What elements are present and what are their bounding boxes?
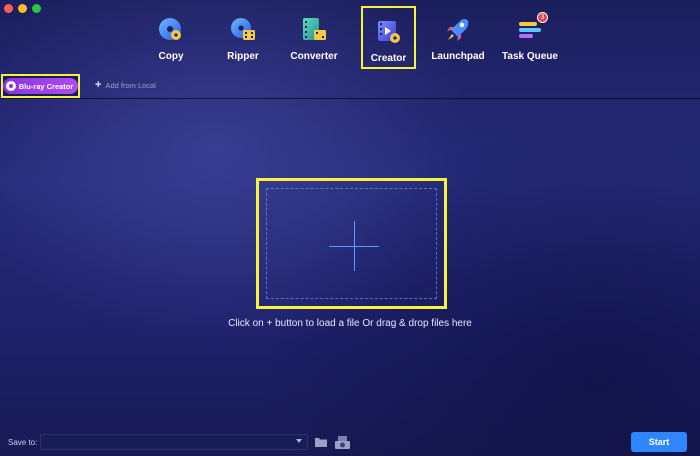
nav-label: Copy [158, 51, 184, 62]
app-window: Copy Ripper Converter Creator Launchpad … [0, 0, 700, 456]
add-from-local-label: Add from Local [105, 80, 156, 90]
nav-label: Task Queue [502, 51, 558, 62]
drop-zone-highlight [256, 178, 447, 309]
plus-icon: + [95, 79, 102, 91]
blu-ray-creator-mode-button[interactable]: Blu-ray Creator [1, 74, 80, 98]
save-to-label: Save to: [8, 438, 38, 447]
nav-label: Ripper [227, 51, 259, 62]
folder-icon[interactable] [315, 437, 327, 447]
ripper-disc-icon [231, 18, 255, 40]
copy-disc-icon [159, 18, 181, 40]
footer-bar: Save to: Start [0, 430, 700, 456]
main-nav: Copy Ripper Converter Creator Launchpad … [0, 0, 700, 72]
save-to-select[interactable] [40, 434, 308, 450]
burn-disc-drive-icon[interactable] [335, 436, 350, 449]
drop-zone[interactable] [266, 188, 437, 299]
creator-film-icon [377, 21, 400, 43]
add-from-local-button[interactable]: + Add from Local [95, 79, 156, 91]
nav-label: Converter [290, 51, 338, 62]
nav-creator[interactable]: Creator [361, 6, 416, 69]
nav-ripper[interactable]: Ripper [213, 14, 273, 66]
task-count-badge: 3 [537, 12, 548, 23]
mode-label: Blu-ray Creator [18, 81, 74, 91]
nav-copy[interactable]: Copy [141, 14, 201, 66]
converter-film-icon [303, 18, 326, 40]
rocket-icon [447, 19, 469, 41]
nav-label: Launchpad [431, 51, 485, 62]
nav-label: Creator [370, 53, 407, 64]
nav-converter[interactable]: Converter [284, 14, 344, 66]
chevron-down-icon[interactable] [296, 439, 302, 443]
drop-hint-text: Click on + button to load a file Or drag… [228, 318, 472, 329]
nav-launchpad[interactable]: Launchpad [428, 14, 488, 66]
disc-icon [5, 81, 16, 91]
toolbar-divider [0, 98, 700, 99]
add-file-plus-icon-vertical[interactable] [354, 221, 355, 271]
start-button[interactable]: Start [631, 432, 687, 452]
mode-pill: Blu-ray Creator [2, 78, 79, 94]
nav-task-queue[interactable]: 3 Task Queue [500, 12, 560, 66]
